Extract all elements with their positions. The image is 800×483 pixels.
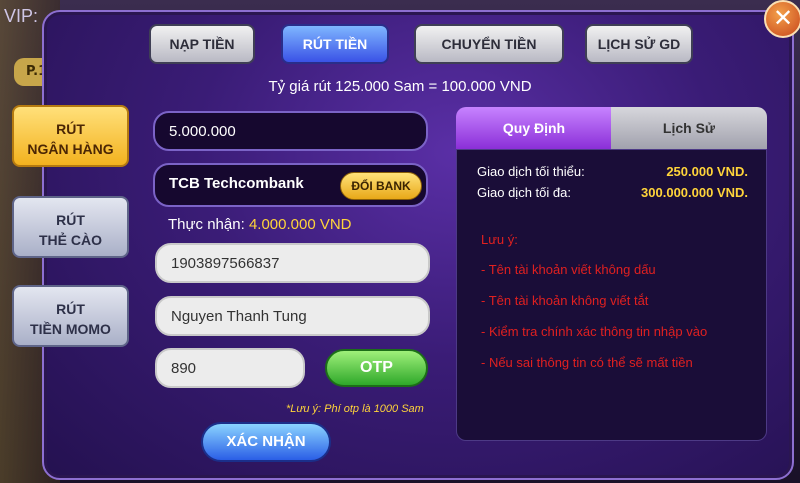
tab-chuyen-tien[interactable]: CHUYỂN TIỀN: [414, 24, 564, 64]
exchange-rate: Tỷ giá rút 125.000 Sam = 100.000 VND: [268, 78, 532, 95]
otp-input[interactable]: 890: [155, 348, 305, 388]
account-name-input[interactable]: Nguyen Thanh Tung: [155, 296, 430, 336]
side-item-line2: THẺ CÀO: [39, 232, 102, 248]
side-item-line1: RÚT: [56, 301, 85, 317]
max-transaction-value: 300.000.000 VND.: [641, 185, 748, 200]
received-amount: Thực nhận: 4.000.000 VND: [168, 216, 352, 233]
side-item-line1: RÚT: [56, 121, 85, 137]
received-label: Thực nhận:: [168, 216, 245, 233]
tab-lich-su-gd[interactable]: LỊCH SỬ GD: [585, 24, 693, 64]
tab-history[interactable]: Lịch Sử: [611, 107, 767, 149]
note-title: Lưu ý:: [481, 232, 518, 247]
min-transaction-value: 250.000 VND.: [666, 164, 748, 179]
note-item: - Kiểm tra chính xác thông tin nhập vào: [481, 324, 708, 339]
side-item-line2: NGÂN HÀNG: [27, 141, 114, 157]
rules-panel: Giao dịch tối thiểu: 250.000 VND. Giao d…: [456, 149, 767, 441]
tab-rules[interactable]: Quy Định: [456, 107, 612, 149]
otp-fee-note: *Lưu ý: Phí otp là 1000 Sam: [286, 403, 424, 415]
info-tabs: Quy Định Lịch Sử: [456, 107, 767, 149]
side-item-line2: TIỀN MOMO: [30, 321, 111, 337]
side-item-bank[interactable]: RÚT NGÂN HÀNG: [12, 105, 129, 167]
otp-button[interactable]: OTP: [325, 349, 428, 387]
note-item: - Tên tài khoản viết không dấu: [481, 262, 656, 277]
side-item-momo[interactable]: RÚT TIỀN MOMO: [12, 285, 129, 347]
note-item: - Nếu sai thông tin có thể sẽ mất tiền: [481, 355, 693, 370]
confirm-button[interactable]: XÁC NHẬN: [201, 422, 331, 462]
tab-rut-tien[interactable]: RÚT TIỀN: [281, 24, 389, 64]
bank-name: TCB Techcombank: [169, 175, 304, 192]
side-item-line1: RÚT: [56, 212, 85, 228]
vip-label: VIP:: [4, 6, 39, 26]
min-transaction-label: Giao dịch tối thiểu:: [477, 164, 585, 179]
max-transaction-label: Giao dịch tối đa:: [477, 185, 571, 200]
close-icon[interactable]: ✕: [764, 0, 800, 38]
account-number-input[interactable]: 1903897566837: [155, 243, 430, 283]
note-item: - Tên tài khoản không viết tắt: [481, 293, 649, 308]
side-item-card[interactable]: RÚT THẺ CÀO: [12, 196, 129, 258]
received-value: 4.000.000 VND: [248, 216, 352, 233]
tab-nap-tien[interactable]: NẠP TIỀN: [149, 24, 255, 64]
amount-input[interactable]: 5.000.000: [153, 111, 428, 151]
change-bank-button[interactable]: ĐỔI BANK: [340, 172, 422, 200]
